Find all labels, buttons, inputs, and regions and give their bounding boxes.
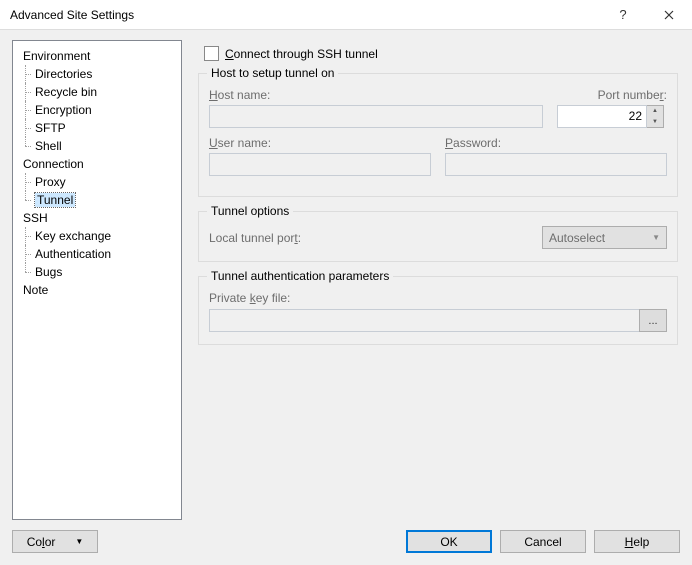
port-label: Port number: xyxy=(557,88,667,102)
tree-connection[interactable]: Connection xyxy=(15,155,179,173)
color-button-label: Color xyxy=(27,535,56,549)
password-input[interactable] xyxy=(445,153,667,176)
group-host-legend: Host to setup tunnel on xyxy=(207,66,338,80)
main-panel: Connect through SSH tunnel Host to setup… xyxy=(196,40,680,520)
tree-authentication[interactable]: Authentication xyxy=(15,245,179,263)
localport-combo[interactable]: Autoselect ▼ xyxy=(542,226,667,249)
browse-button[interactable]: ... xyxy=(639,309,667,332)
password-field: Password: xyxy=(445,136,667,176)
tree-recycle-bin[interactable]: Recycle bin xyxy=(15,83,179,101)
footer-row: Color ▼ OK Cancel Help xyxy=(12,520,680,553)
tree-proxy[interactable]: Proxy xyxy=(15,173,179,191)
localport-label: Local tunnel port: xyxy=(209,231,301,245)
tree-shell[interactable]: Shell xyxy=(15,137,179,155)
private-key-label: Private key file: xyxy=(209,291,667,305)
tree-tunnel[interactable]: Tunnel xyxy=(15,191,179,209)
tree-directories[interactable]: Directories xyxy=(15,65,179,83)
private-key-input[interactable] xyxy=(209,309,639,332)
content-row: Environment Directories Recycle bin Encr… xyxy=(12,40,680,520)
group-host: Host to setup tunnel on Host name: Port … xyxy=(198,73,678,197)
dialog-body: Environment Directories Recycle bin Encr… xyxy=(0,30,692,565)
port-spin-up[interactable]: ▲ xyxy=(647,106,663,117)
port-spinner: 22 ▲ ▼ xyxy=(557,105,667,128)
tree-ssh[interactable]: SSH xyxy=(15,209,179,227)
close-icon xyxy=(664,10,674,20)
localport-value: Autoselect xyxy=(549,231,605,245)
password-label: Password: xyxy=(445,136,667,150)
tree-environment[interactable]: Environment xyxy=(15,47,179,65)
hostname-input[interactable] xyxy=(209,105,543,128)
username-label: User name: xyxy=(209,136,431,150)
connect-tunnel-label: Connect through SSH tunnel xyxy=(225,47,378,61)
tree-key-exchange[interactable]: Key exchange xyxy=(15,227,179,245)
chevron-down-icon: ▼ xyxy=(652,233,660,242)
close-title-button[interactable] xyxy=(646,0,692,30)
title-bar: Advanced Site Settings ? xyxy=(0,0,692,30)
dialog-window: Advanced Site Settings ? Environment Dir… xyxy=(0,0,692,565)
hostname-label: Host name: xyxy=(209,88,543,102)
group-options-legend: Tunnel options xyxy=(207,204,293,218)
cancel-button[interactable]: Cancel xyxy=(500,530,586,553)
port-spin-down[interactable]: ▼ xyxy=(647,117,663,128)
tree-sftp[interactable]: SFTP xyxy=(15,119,179,137)
port-spin-buttons: ▲ ▼ xyxy=(647,105,664,128)
port-field: Port number: 22 ▲ ▼ xyxy=(557,88,667,128)
group-auth: Tunnel authentication parameters Private… xyxy=(198,276,678,345)
group-options: Tunnel options Local tunnel port: Autose… xyxy=(198,211,678,262)
dropdown-arrow-icon: ▼ xyxy=(75,537,83,546)
tree-note[interactable]: Note xyxy=(15,281,179,299)
category-tree[interactable]: Environment Directories Recycle bin Encr… xyxy=(12,40,182,520)
help-button[interactable]: Help xyxy=(594,530,680,553)
username-field: User name: xyxy=(209,136,431,176)
group-auth-legend: Tunnel authentication parameters xyxy=(207,269,393,283)
color-button[interactable]: Color ▼ xyxy=(12,530,98,553)
tree-encryption[interactable]: Encryption xyxy=(15,101,179,119)
window-title: Advanced Site Settings xyxy=(10,8,600,22)
tree-bugs[interactable]: Bugs xyxy=(15,263,179,281)
username-input[interactable] xyxy=(209,153,431,176)
connect-tunnel-checkbox[interactable] xyxy=(204,46,219,61)
hostname-field: Host name: xyxy=(209,88,543,128)
port-input[interactable]: 22 xyxy=(557,105,647,128)
ok-button[interactable]: OK xyxy=(406,530,492,553)
help-title-button[interactable]: ? xyxy=(600,0,646,30)
